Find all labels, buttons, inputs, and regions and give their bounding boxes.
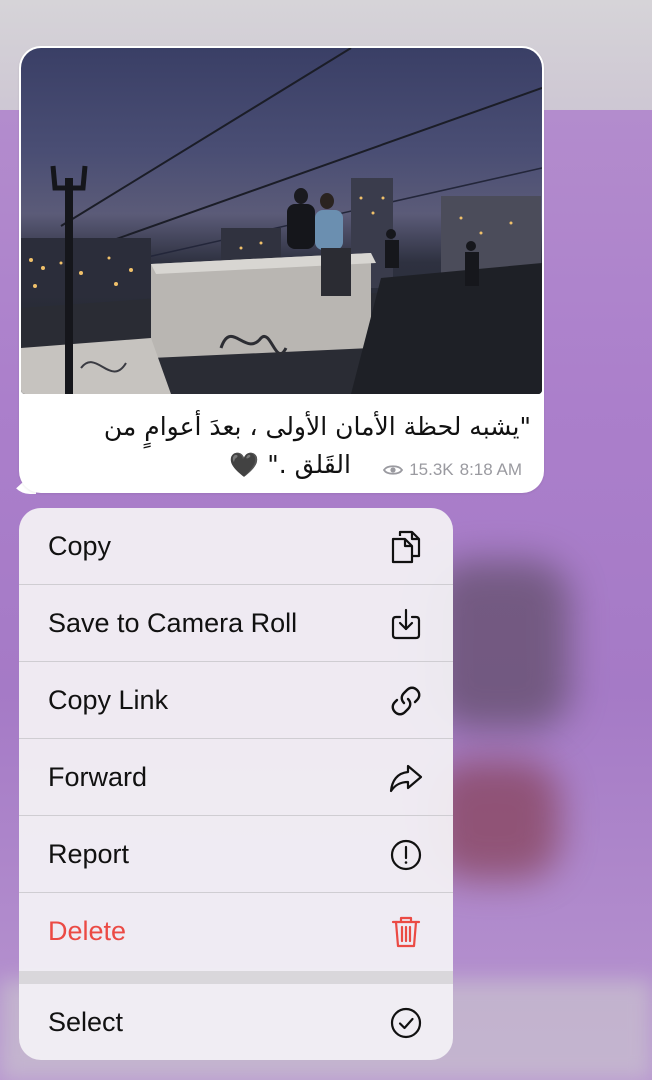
message-bubble[interactable]: "يشبه لحظة الأمان الأولى ، بعدَ أعوامٍ م… xyxy=(19,46,544,493)
menu-item-label: Save to Camera Roll xyxy=(48,608,298,638)
message-time: 8:18 AM xyxy=(459,460,522,479)
menu-item-copy[interactable]: Copy xyxy=(19,508,453,585)
checkmark-circle-icon xyxy=(389,1006,423,1040)
menu-item-label: Copy xyxy=(48,531,112,561)
menu-item-select[interactable]: Select xyxy=(19,984,453,1060)
eye-icon xyxy=(383,465,404,475)
caption-line-1: "يشبه لحظة الأمان الأولى ، بعدَ أعوامٍ م… xyxy=(103,412,531,441)
menu-item-forward[interactable]: Forward xyxy=(19,739,453,816)
menu-item-report[interactable]: Report xyxy=(19,816,453,893)
download-icon xyxy=(389,607,423,641)
context-menu: Copy Save to Camera Roll Copy Link Forwa… xyxy=(19,508,453,1060)
menu-item-save-to-camera-roll[interactable]: Save to Camera Roll xyxy=(19,585,453,662)
menu-section-gap xyxy=(19,971,453,984)
view-count: 15.3K xyxy=(409,460,454,479)
menu-item-label: Copy Link xyxy=(48,685,169,715)
menu-item-label: Forward xyxy=(48,762,148,792)
menu-item-label: Report xyxy=(48,839,130,869)
menu-item-label: Select xyxy=(48,1007,124,1037)
message-meta: 15.3K 8:18 AM xyxy=(383,460,522,480)
forward-icon xyxy=(389,761,423,795)
copy-icon xyxy=(389,530,423,564)
exclamation-icon xyxy=(389,838,423,872)
menu-item-delete[interactable]: Delete xyxy=(19,893,453,970)
menu-item-copy-link[interactable]: Copy Link xyxy=(19,662,453,739)
trash-icon xyxy=(389,915,423,949)
menu-item-label: Delete xyxy=(48,916,127,946)
caption-line-2: القَلق ." xyxy=(267,450,351,479)
link-icon xyxy=(389,684,423,718)
heart-emoji: 🖤 xyxy=(229,451,260,479)
message-photo[interactable] xyxy=(21,48,542,394)
